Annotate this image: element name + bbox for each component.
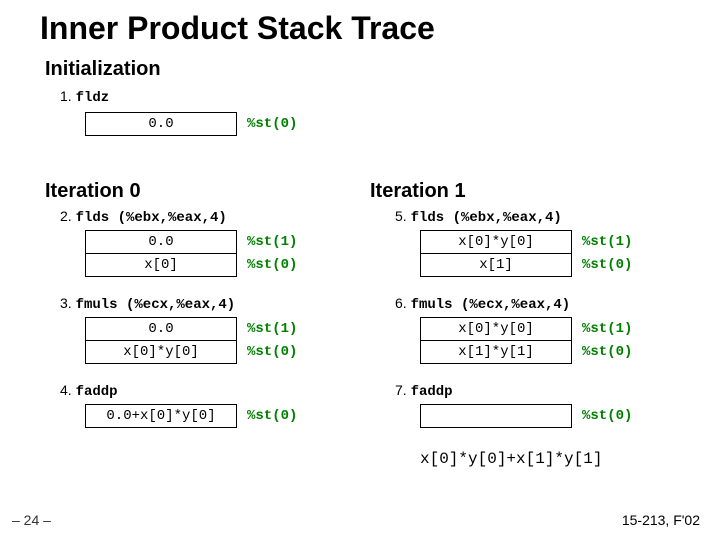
stack-3: 0.0 %st(1) x[0]*y[0] %st(0) xyxy=(85,317,298,364)
stack-2: 0.0 %st(1) x[0] %st(0) xyxy=(85,230,298,277)
result-expression: x[0]*y[0]+x[1]*y[1] xyxy=(420,450,602,468)
stack-7-cell-0 xyxy=(421,405,572,428)
step-1-instr: fldz xyxy=(76,90,110,106)
stack-6-cell-0: x[0]*y[0] xyxy=(421,318,572,341)
step-7: 7. faddp xyxy=(395,382,453,400)
stack-7: %st(0) xyxy=(420,404,632,428)
step-6-instr: fmuls (%ecx,%eax,4) xyxy=(411,297,571,313)
stack-3-reg-0: %st(1) xyxy=(237,318,298,341)
stack-2-reg-1: %st(0) xyxy=(237,254,298,277)
stack-6-reg-1: %st(0) xyxy=(572,341,633,364)
step-3: 3. fmuls (%ecx,%eax,4) xyxy=(60,295,235,313)
step-5-instr: flds (%ebx,%eax,4) xyxy=(411,210,562,226)
step-4-num: 4. xyxy=(60,382,72,398)
stack-6-reg-0: %st(1) xyxy=(572,318,633,341)
stack-5-reg-1: %st(0) xyxy=(572,254,633,277)
section-iter0: Iteration 0 xyxy=(45,180,141,203)
stack-5-cell-0: x[0]*y[0] xyxy=(421,231,572,254)
section-iter1: Iteration 1 xyxy=(370,180,466,203)
step-7-instr: faddp xyxy=(411,384,453,400)
section-initialization: Initialization xyxy=(45,58,161,81)
step-4-instr: faddp xyxy=(76,384,118,400)
step-6-num: 6. xyxy=(395,295,407,311)
stack-2-reg-0: %st(1) xyxy=(237,231,298,254)
stack-1-cell-0: 0.0 xyxy=(86,113,237,136)
stack-2-cell-1: x[0] xyxy=(86,254,237,277)
step-6: 6. fmuls (%ecx,%eax,4) xyxy=(395,295,570,313)
stack-1-reg-0: %st(0) xyxy=(237,113,298,136)
footer-page: – 24 – xyxy=(12,512,51,528)
stack-6-cell-1: x[1]*y[1] xyxy=(421,341,572,364)
stack-4-cell-0: 0.0+x[0]*y[0] xyxy=(86,405,237,428)
stack-5: x[0]*y[0] %st(1) x[1] %st(0) xyxy=(420,230,633,277)
step-5-num: 5. xyxy=(395,208,407,224)
step-5: 5. flds (%ebx,%eax,4) xyxy=(395,208,562,226)
stack-1: 0.0 %st(0) xyxy=(85,112,297,136)
step-2-instr: flds (%ebx,%eax,4) xyxy=(76,210,227,226)
step-7-num: 7. xyxy=(395,382,407,398)
step-3-instr: fmuls (%ecx,%eax,4) xyxy=(76,297,236,313)
step-2: 2. flds (%ebx,%eax,4) xyxy=(60,208,227,226)
step-4: 4. faddp xyxy=(60,382,118,400)
stack-5-cell-1: x[1] xyxy=(421,254,572,277)
stack-7-reg-0: %st(0) xyxy=(572,405,633,428)
page-title: Inner Product Stack Trace xyxy=(40,10,435,47)
stack-3-reg-1: %st(0) xyxy=(237,341,298,364)
stack-4: 0.0+x[0]*y[0] %st(0) xyxy=(85,404,297,428)
stack-3-cell-0: 0.0 xyxy=(86,318,237,341)
stack-3-cell-1: x[0]*y[0] xyxy=(86,341,237,364)
footer-course: 15-213, F'02 xyxy=(622,512,700,528)
step-3-num: 3. xyxy=(60,295,72,311)
step-1: 1. fldz xyxy=(60,88,109,106)
step-1-num: 1. xyxy=(60,88,72,104)
stack-6: x[0]*y[0] %st(1) x[1]*y[1] %st(0) xyxy=(420,317,633,364)
stack-2-cell-0: 0.0 xyxy=(86,231,237,254)
stack-4-reg-0: %st(0) xyxy=(237,405,298,428)
stack-5-reg-0: %st(1) xyxy=(572,231,633,254)
step-2-num: 2. xyxy=(60,208,72,224)
